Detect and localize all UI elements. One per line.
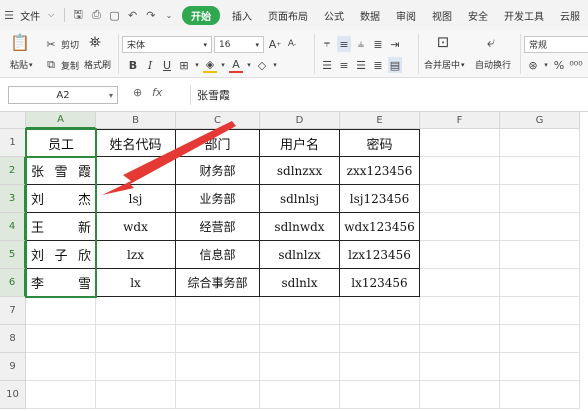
annotation-arrow	[102, 121, 236, 195]
arrow-shape	[102, 121, 236, 195]
